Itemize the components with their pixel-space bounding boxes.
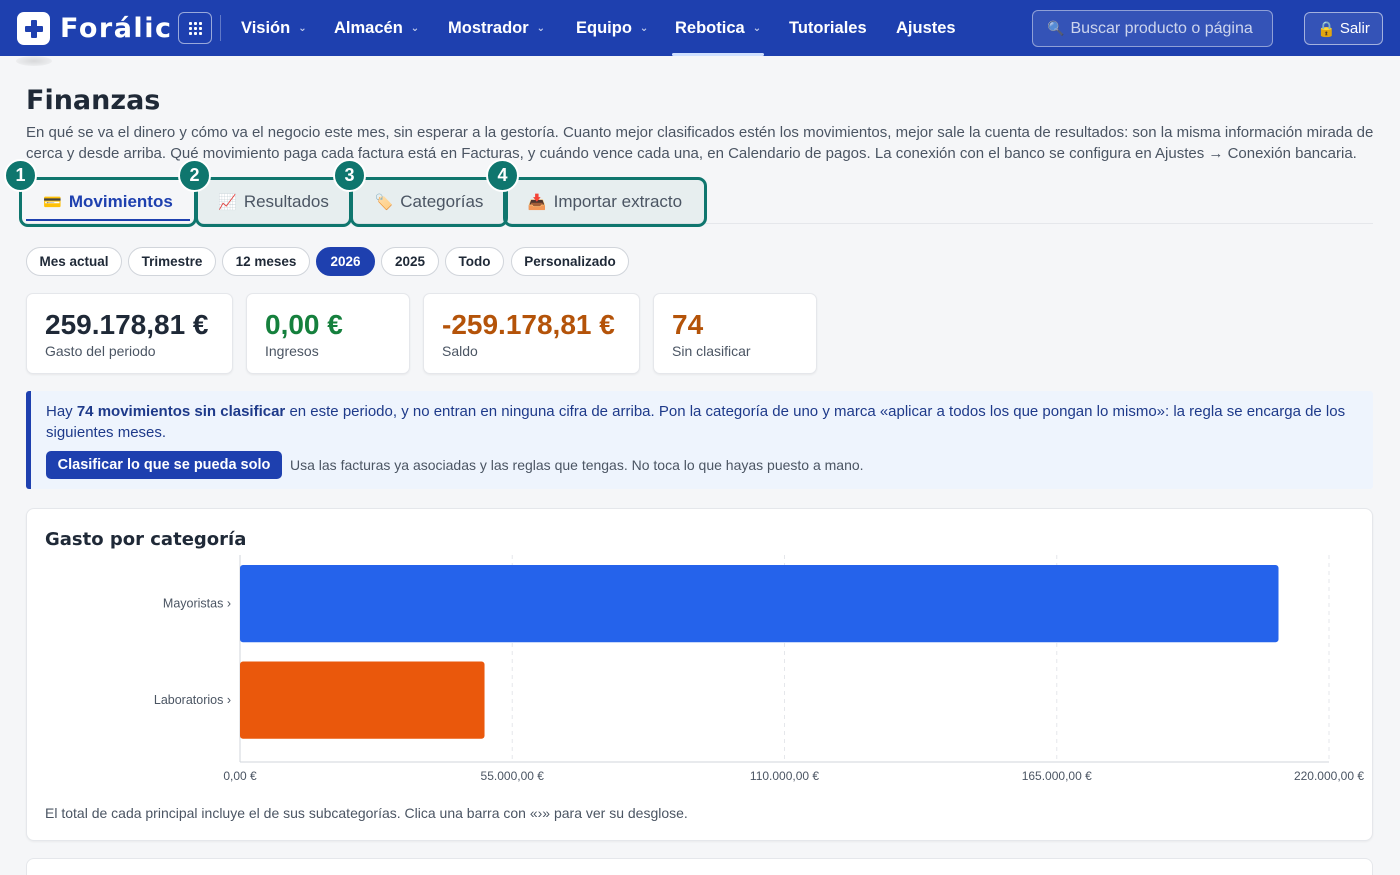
- alert-message: Hay 74 movimientos sin clasificar en est…: [46, 402, 1356, 443]
- kpi-value: 259.178,81 €: [45, 309, 209, 340]
- kpi-label: Sin clasificar: [672, 343, 751, 359]
- step-badge: 4: [486, 159, 519, 192]
- page-description: En qué se va el dinero y cómo va el nego…: [26, 124, 1374, 162]
- nav-ajustes[interactable]: Ajustes: [896, 0, 956, 56]
- step-badge: 3: [333, 159, 366, 192]
- search-input[interactable]: 🔍 Buscar producto o página: [1032, 10, 1273, 47]
- kpi-card-ingresos: 0,00 € Ingresos: [246, 293, 410, 374]
- period-chip-2025[interactable]: 2025: [381, 247, 439, 276]
- search-placeholder: Buscar producto o página: [1070, 19, 1253, 37]
- kpi-value: 0,00 €: [265, 309, 343, 340]
- credit-card-icon: 💳: [43, 194, 62, 211]
- tab-label: Categorías: [400, 192, 484, 211]
- category-label[interactable]: Laboratorios ›: [154, 693, 231, 707]
- x-tick-label: 55.000,00 €: [481, 769, 545, 783]
- kpi-card-gasto: 259.178,81 € Gasto del periodo: [26, 293, 233, 374]
- logout-button[interactable]: 🔒 Salir: [1304, 12, 1383, 45]
- x-tick-label: 165.000,00 €: [1022, 769, 1092, 783]
- nav-label: Rebotica: [675, 18, 745, 37]
- step-badge: 2: [178, 159, 211, 192]
- nav-tutoriales[interactable]: Tutoriales: [789, 0, 867, 56]
- search-icon: 🔍: [1047, 20, 1065, 36]
- top-navbar: Forálic Visión ⌄ Almacén ⌄ Mostrador ⌄ Equi…: [0, 0, 1400, 56]
- auto-classify-button[interactable]: Clasificar lo que se pueda solo: [46, 451, 282, 479]
- chevron-down-icon: ⌄: [752, 22, 762, 34]
- tab-resultados[interactable]: 📈 Resultados: [195, 177, 352, 227]
- chevron-down-icon: ⌄: [639, 22, 649, 34]
- chevron-down-icon: ⌄: [298, 22, 307, 34]
- tab-label: Movimientos: [68, 192, 173, 211]
- bar-laboratorios[interactable]: [240, 661, 485, 739]
- x-tick-label: 0,00 €: [223, 769, 257, 783]
- tab-label: Resultados: [243, 192, 329, 211]
- kpi-value: -259.178,81 €: [442, 309, 615, 340]
- chart-up-icon: 📈: [218, 194, 237, 211]
- nav-label: Tutoriales: [789, 18, 867, 37]
- period-chip-personalizado[interactable]: Personalizado: [511, 247, 629, 276]
- inbox-tray-icon: 📥: [527, 194, 547, 211]
- kpi-card-saldo: -259.178,81 € Saldo: [423, 293, 640, 374]
- chevron-down-icon: ⌄: [410, 22, 420, 34]
- nav-mostrador[interactable]: Mostrador ⌄: [448, 0, 545, 56]
- nav-vision[interactable]: Visión ⌄: [241, 0, 307, 56]
- tag-icon: 🏷️: [374, 194, 394, 211]
- active-tab-underline: [26, 219, 190, 221]
- kpi-label: Saldo: [442, 343, 478, 359]
- period-chip-todo[interactable]: Todo: [445, 247, 504, 276]
- chevron-down-icon: ⌄: [536, 22, 546, 34]
- x-tick-label: 220.000,00 €: [1294, 769, 1364, 783]
- step-badge: 1: [4, 159, 37, 192]
- kpi-label: Ingresos: [265, 343, 319, 359]
- app-name: Forálic: [60, 13, 173, 44]
- app-logo[interactable]: Forálic: [17, 12, 172, 45]
- nav-rebotica[interactable]: Rebotica ⌄: [671, 0, 765, 56]
- chart-footnote: El total de cada principal incluye el de…: [45, 805, 688, 821]
- nav-label: Ajustes: [896, 18, 956, 37]
- kpi-value: 74: [672, 309, 704, 340]
- auto-classify-note: Usa las facturas ya asociadas y las regl…: [290, 457, 864, 473]
- alert-prefix: Hay: [46, 403, 77, 420]
- period-chip-trimestre[interactable]: Trimestre: [128, 247, 216, 276]
- tab-movimientos[interactable]: 💳 Movimientos: [19, 177, 197, 227]
- nav-divider: [220, 15, 221, 41]
- page-title: Finanzas: [26, 85, 161, 116]
- nav-label: Equipo: [576, 18, 632, 37]
- lock-icon: 🔒: [1317, 20, 1336, 38]
- nav-equipo[interactable]: Equipo ⌄: [576, 0, 648, 56]
- expense-by-category-card: Gasto por categoría 0,00 €55.000,00 €110…: [26, 508, 1373, 841]
- grid-icon: [188, 21, 202, 35]
- tab-label: Importar extracto: [553, 192, 683, 211]
- category-label[interactable]: Mayoristas ›: [163, 597, 231, 611]
- bar-mayoristas[interactable]: [240, 565, 1279, 643]
- logout-label: Salir: [1339, 20, 1370, 37]
- nav-label: Almacén: [334, 18, 403, 37]
- apps-grid-button[interactable]: [178, 12, 212, 44]
- alert-highlight: 74 movimientos sin clasificar: [76, 403, 286, 420]
- kpi-card-sin-clasificar: 74 Sin clasificar: [653, 293, 817, 374]
- x-tick-label: 110.000,00 €: [750, 769, 820, 783]
- nav-label: Mostrador: [448, 18, 529, 37]
- cross-logo-icon: [17, 12, 50, 45]
- expense-bar-chart: 0,00 € 55.000,00 € 110.000,00 € 165.000,00 …: [154, 555, 1364, 783]
- next-card: [26, 858, 1373, 875]
- period-chip-2026[interactable]: 2026: [316, 247, 375, 276]
- tab-categorias[interactable]: 🏷️ Categorías: [350, 177, 508, 227]
- kpi-label: Gasto del periodo: [45, 343, 156, 359]
- tab-importar-extracto[interactable]: 📥 Importar extracto: [503, 177, 707, 227]
- logo-shadow: [16, 56, 52, 66]
- unclassified-alert: Hay 74 movimientos sin clasificar en est…: [26, 391, 1373, 489]
- nav-label: Visión: [241, 18, 291, 37]
- period-chip-12-meses[interactable]: 12 meses: [222, 247, 310, 276]
- period-chip-mes-actual[interactable]: Mes actual: [26, 247, 122, 276]
- nav-almacen[interactable]: Almacén ⌄: [334, 0, 419, 56]
